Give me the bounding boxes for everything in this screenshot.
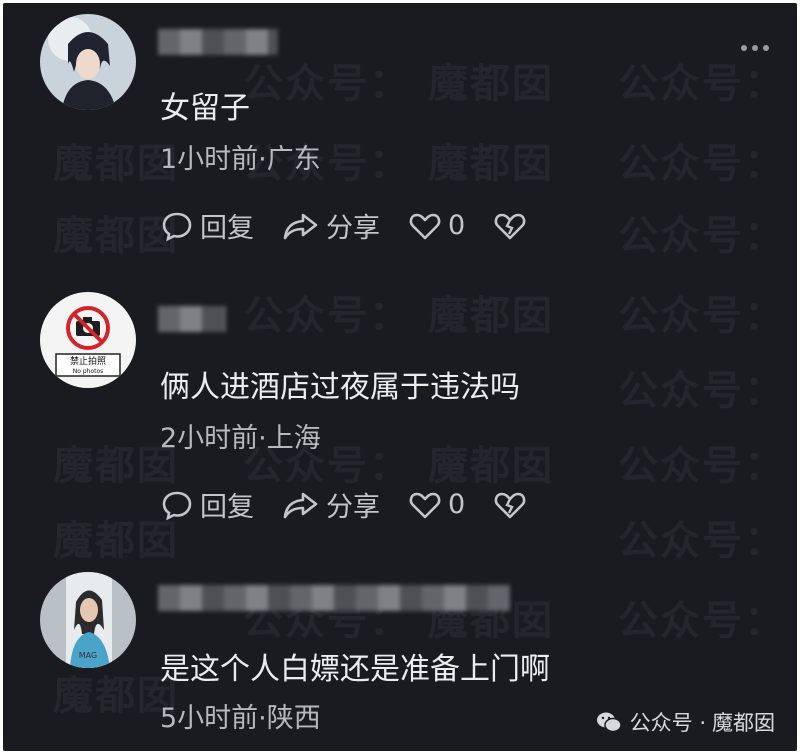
source-name: 魔都囡: [712, 711, 775, 735]
reply-label: 回复: [200, 213, 254, 244]
share-arrow-icon: [283, 213, 318, 239]
like-button[interactable]: 0: [408, 209, 465, 243]
avatar[interactable]: MAG: [40, 572, 136, 668]
share-label: 分享: [326, 213, 380, 244]
wechat-icon: [596, 712, 622, 733]
avatar-sign-text: No photos: [73, 368, 104, 375]
username-blurred: [158, 29, 278, 55]
reply-button[interactable]: 回复: [160, 485, 254, 524]
avatar[interactable]: [40, 14, 136, 110]
comment-meta: 5小时前·陕西: [160, 703, 321, 734]
avatar-poster-text: MAG: [79, 651, 97, 660]
comment-meta: 1小时前·广东: [160, 144, 321, 175]
comment-item: 禁止拍照 No photos 俩人进酒店过夜属于违法吗 2小时前·上海 回复 分…: [3, 288, 797, 558]
comment-actions: 回复 分享 0: [160, 485, 561, 524]
comment-screen: 公众号： 魔都囡 公众号： 魔都囡 公众号： 魔都囡 公众号： 魔都囡 公众号：…: [3, 3, 797, 751]
comment-text: 俩人进酒店过夜属于违法吗: [160, 370, 520, 405]
comment-actions: 回复 分享 0: [160, 206, 561, 245]
share-button[interactable]: 分享: [282, 206, 380, 245]
like-button[interactable]: 0: [408, 488, 465, 522]
comment-meta: 2小时前·上海: [160, 423, 321, 454]
source-prefix: 公众号 ·: [629, 711, 706, 735]
source-tag: 公众号 · 魔都囡: [596, 707, 775, 737]
comment-item: 女留子 1小时前·广东 回复 分享 0: [3, 3, 797, 273]
avatar-sign-text: 禁止拍照: [70, 355, 106, 367]
heart-icon: [409, 213, 441, 239]
avatar[interactable]: 禁止拍照 No photos: [40, 292, 136, 388]
share-arrow-icon: [283, 492, 318, 518]
reply-button[interactable]: 回复: [160, 206, 254, 245]
share-label: 分享: [326, 492, 380, 523]
comment-text: 是这个人白嫖还是准备上门啊: [160, 652, 550, 687]
heart-icon: [409, 492, 441, 518]
username-blurred: [158, 585, 510, 611]
dislike-button[interactable]: [493, 209, 533, 243]
like-count: 0: [448, 489, 466, 520]
comment-bubble-icon: [162, 212, 192, 241]
like-count: 0: [448, 210, 466, 241]
broken-heart-icon: [494, 492, 526, 518]
more-options-icon[interactable]: [741, 45, 769, 51]
reply-label: 回复: [200, 492, 254, 523]
comment-text: 女留子: [160, 91, 250, 126]
broken-heart-icon: [494, 213, 526, 239]
comment-bubble-icon: [162, 491, 192, 520]
dislike-button[interactable]: [493, 488, 533, 522]
share-button[interactable]: 分享: [282, 485, 380, 524]
username-blurred: [158, 306, 226, 332]
